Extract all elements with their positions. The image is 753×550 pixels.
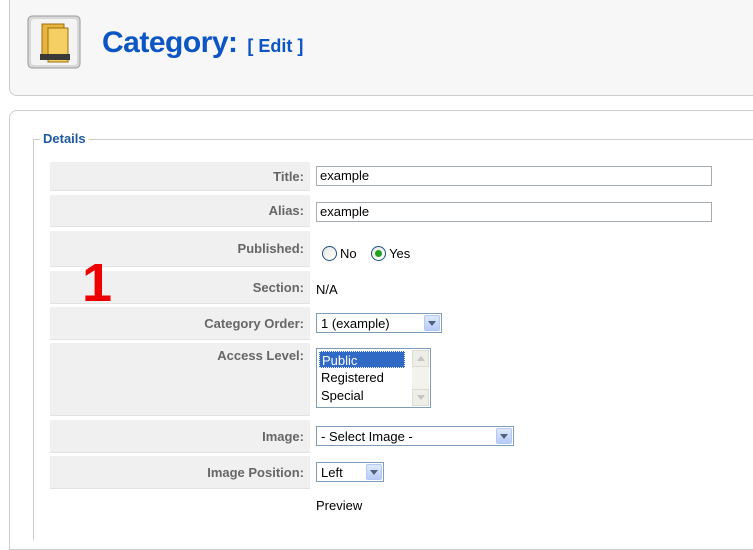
title-input[interactable]: example [316,166,712,186]
chevron-down-icon[interactable] [496,428,512,444]
published-no-label: No [340,246,357,262]
annotation-marker: 1 [82,253,113,313]
edit-mode-label: [ Edit ] [247,36,304,56]
published-radio-group: No Yes [322,245,420,263]
category-order-value: 1 (example) [321,316,390,331]
preview-label: Preview [316,498,363,513]
page-title: Category: [ Edit ] [102,26,303,60]
access-level-label: Access Level: [50,343,310,416]
details-legend: Details [40,131,89,146]
image-select-value: - Select Image - [321,429,413,444]
chevron-down-icon[interactable] [424,315,440,331]
image-select[interactable]: - Select Image - [316,426,514,446]
page-title-text: Category: [102,26,238,59]
image-position-select[interactable]: Left [316,462,384,482]
published-yes-radio[interactable] [371,246,387,262]
access-option-public[interactable]: Public [319,351,405,368]
scroll-up-icon[interactable] [412,350,429,367]
alias-input[interactable]: example [316,202,712,222]
alias-label: Alias: [50,195,310,227]
section-value: N/A [316,282,338,297]
access-option-special[interactable]: Special [319,387,407,404]
image-position-label: Image Position: [50,456,310,489]
image-position-row: Image Position: [50,456,753,489]
title-label: Title: [50,162,310,191]
access-level-scrollbar[interactable] [412,350,429,406]
published-no-radio[interactable] [322,246,337,262]
access-option-registered[interactable]: Registered [319,369,407,386]
chevron-down-icon[interactable] [366,464,382,480]
access-level-listbox[interactable]: Public Registered Special [316,348,431,408]
image-position-value: Left [321,465,343,480]
category-folder-icon [27,15,81,69]
image-label: Image: [50,420,310,453]
scroll-down-icon[interactable] [412,389,429,406]
section-row: Section: [50,271,753,304]
published-yes-label: Yes [389,246,411,262]
category-order-select[interactable]: 1 (example) [316,313,442,333]
